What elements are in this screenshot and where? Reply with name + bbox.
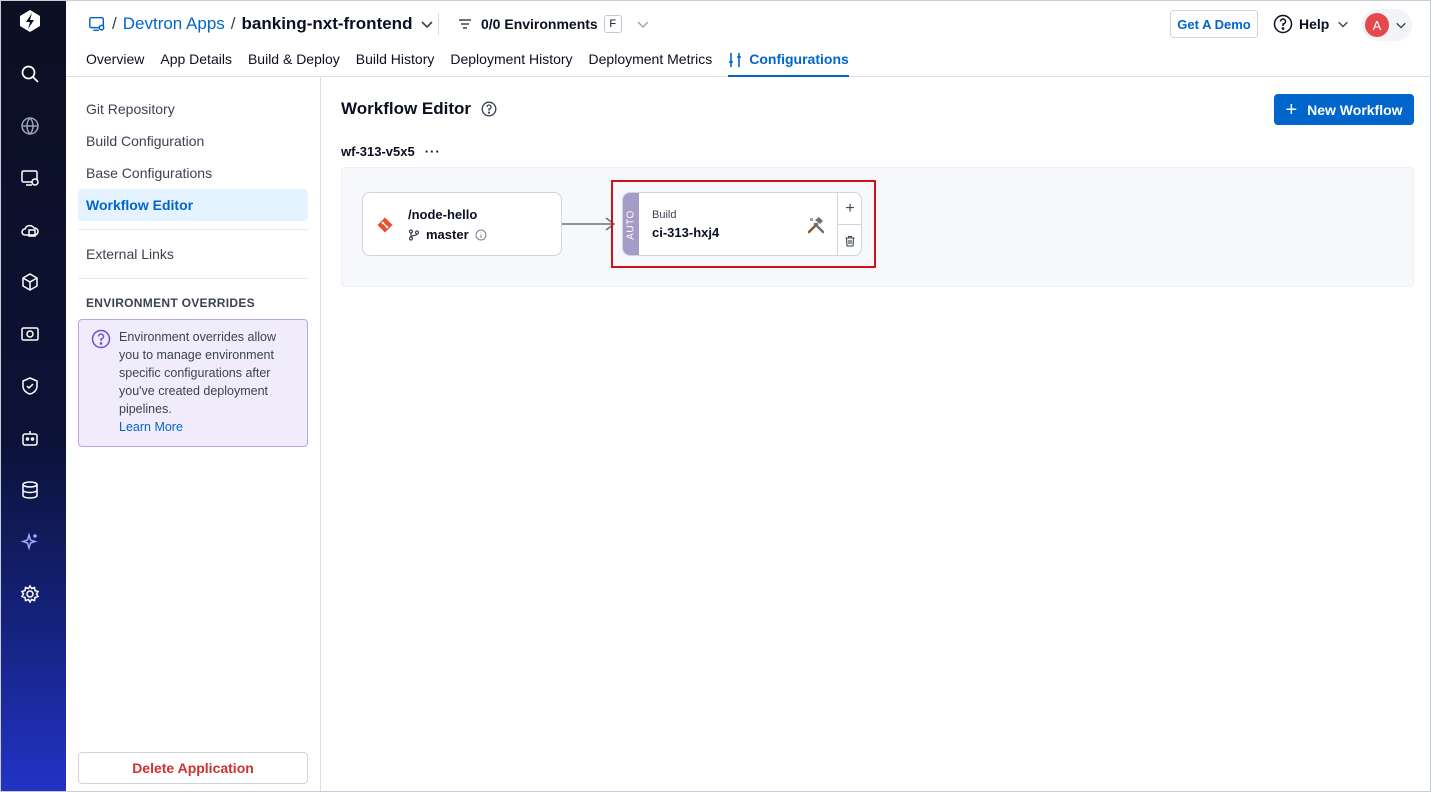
app-header: / Devtron Apps / banking-nxt-frontend 0/… bbox=[66, 1, 1430, 77]
build-pipeline-name: ci-313-hxj4 bbox=[652, 225, 720, 240]
workflow-editor-main: Workflow Editor + New Workflow wf-313-v5… bbox=[321, 77, 1430, 791]
database-icon[interactable] bbox=[20, 480, 40, 500]
sidebar-item-build-configuration[interactable]: Build Configuration bbox=[78, 125, 308, 157]
build-pipeline-node[interactable]: AUTO Build ci-313-hxj4 + bbox=[622, 192, 862, 256]
env-overrides-info: Environment overrides allow you to manag… bbox=[78, 319, 308, 447]
shortcut-badge: F bbox=[603, 15, 622, 33]
chevron-down-icon[interactable] bbox=[636, 17, 650, 31]
git-icon bbox=[377, 217, 393, 233]
delete-application-button[interactable]: Delete Application bbox=[78, 752, 308, 784]
sidebar-item-workflow-editor[interactable]: Workflow Editor bbox=[78, 189, 308, 221]
applications-icon[interactable] bbox=[20, 168, 40, 188]
workflow-canvas: /node-hello master AUTO Build ci-313-hxj… bbox=[341, 167, 1414, 287]
trigger-type-text: AUTO bbox=[625, 210, 637, 240]
tab-build-history[interactable]: Build History bbox=[356, 49, 435, 77]
chevron-down-icon[interactable] bbox=[420, 17, 434, 31]
search-icon[interactable] bbox=[20, 64, 40, 84]
deploy-icon[interactable] bbox=[20, 324, 40, 344]
tab-overview[interactable]: Overview bbox=[86, 49, 144, 77]
page-title: Workflow Editor bbox=[341, 99, 497, 119]
app-window: / Devtron Apps / banking-nxt-frontend 0/… bbox=[0, 0, 1431, 792]
app-tabs: Overview App Details Build & Deploy Buil… bbox=[86, 49, 865, 77]
avatar: A bbox=[1365, 13, 1389, 37]
build-tools-icon bbox=[807, 217, 825, 234]
workflow-name: wf-313-v5x5 ··· bbox=[341, 144, 441, 159]
page-title-text: Workflow Editor bbox=[341, 99, 472, 118]
learn-more-link[interactable]: Learn More bbox=[119, 418, 297, 436]
chevron-down-icon bbox=[1396, 22, 1406, 29]
divider bbox=[78, 278, 308, 279]
delete-pipeline-button[interactable] bbox=[838, 225, 861, 255]
configuration-sidebar: Git Repository Build Configuration Base … bbox=[66, 77, 321, 791]
breadcrumb-separator: / bbox=[230, 14, 236, 33]
tab-configurations[interactable]: Configurations bbox=[728, 49, 849, 77]
git-branch: master bbox=[408, 227, 493, 242]
app-name: banking-nxt-frontend bbox=[241, 14, 413, 33]
git-repo-path: /node-hello bbox=[408, 207, 478, 222]
global-nav bbox=[1, 1, 66, 791]
globe-icon[interactable] bbox=[20, 116, 40, 136]
divider bbox=[78, 229, 308, 230]
node-actions: + bbox=[837, 193, 861, 255]
tab-deployment-metrics[interactable]: Deployment Metrics bbox=[589, 49, 713, 77]
tab-deployment-history[interactable]: Deployment History bbox=[450, 49, 572, 77]
help-label: Help bbox=[1299, 16, 1330, 32]
workflow-menu-icon[interactable]: ··· bbox=[425, 144, 441, 159]
settings-icon[interactable] bbox=[20, 584, 40, 604]
tab-configurations-label: Configurations bbox=[749, 51, 849, 67]
trigger-type-badge: AUTO bbox=[623, 193, 639, 255]
breadcrumb: / Devtron Apps / banking-nxt-frontend bbox=[88, 12, 434, 36]
plus-icon: + bbox=[1285, 98, 1298, 121]
devtron-logo-icon[interactable] bbox=[18, 9, 42, 33]
breadcrumb-separator: / bbox=[112, 14, 117, 33]
branch-icon bbox=[408, 228, 420, 241]
cloud-icon[interactable] bbox=[20, 220, 40, 240]
add-pipeline-button[interactable]: + bbox=[838, 193, 861, 225]
sidebar-item-base-configurations[interactable]: Base Configurations bbox=[78, 157, 308, 189]
new-workflow-label: New Workflow bbox=[1307, 101, 1403, 118]
new-workflow-button[interactable]: + New Workflow bbox=[1274, 94, 1414, 125]
get-demo-button[interactable]: Get A Demo bbox=[1170, 10, 1258, 38]
env-overrides-heading: ENVIRONMENT OVERRIDES bbox=[86, 296, 255, 310]
shield-icon[interactable] bbox=[20, 376, 40, 396]
sidebar-item-git-repository[interactable]: Git Repository bbox=[78, 93, 308, 125]
build-node-label: Build bbox=[652, 209, 677, 221]
package-icon[interactable] bbox=[20, 272, 40, 292]
env-overrides-text: Environment overrides allow you to manag… bbox=[119, 330, 277, 416]
question-icon bbox=[91, 329, 111, 349]
tab-app-details[interactable]: App Details bbox=[160, 49, 232, 77]
help-icon bbox=[1273, 14, 1293, 34]
git-branch-name: master bbox=[426, 227, 469, 242]
environment-filter-label: 0/0 Environments bbox=[481, 16, 598, 32]
bot-icon[interactable] bbox=[20, 428, 40, 448]
chevron-down-icon bbox=[1338, 21, 1349, 28]
help-icon[interactable] bbox=[481, 101, 497, 117]
git-source-node[interactable]: /node-hello master bbox=[362, 192, 562, 256]
trash-icon bbox=[845, 235, 855, 247]
filter-icon bbox=[459, 19, 471, 29]
sparkle-icon[interactable] bbox=[20, 532, 40, 552]
user-menu[interactable]: A bbox=[1362, 9, 1412, 41]
tab-build-deploy[interactable]: Build & Deploy bbox=[248, 49, 340, 77]
environment-filter[interactable]: 0/0 Environments F bbox=[438, 13, 650, 35]
sidebar-item-external-links[interactable]: External Links bbox=[78, 238, 308, 270]
help-menu[interactable]: Help bbox=[1273, 13, 1349, 35]
application-icon bbox=[89, 16, 105, 32]
info-icon[interactable] bbox=[475, 229, 487, 241]
sliders-icon bbox=[729, 53, 742, 67]
breadcrumb-apps-link[interactable]: Devtron Apps bbox=[123, 14, 225, 34]
workflow-name-text: wf-313-v5x5 bbox=[341, 144, 415, 159]
